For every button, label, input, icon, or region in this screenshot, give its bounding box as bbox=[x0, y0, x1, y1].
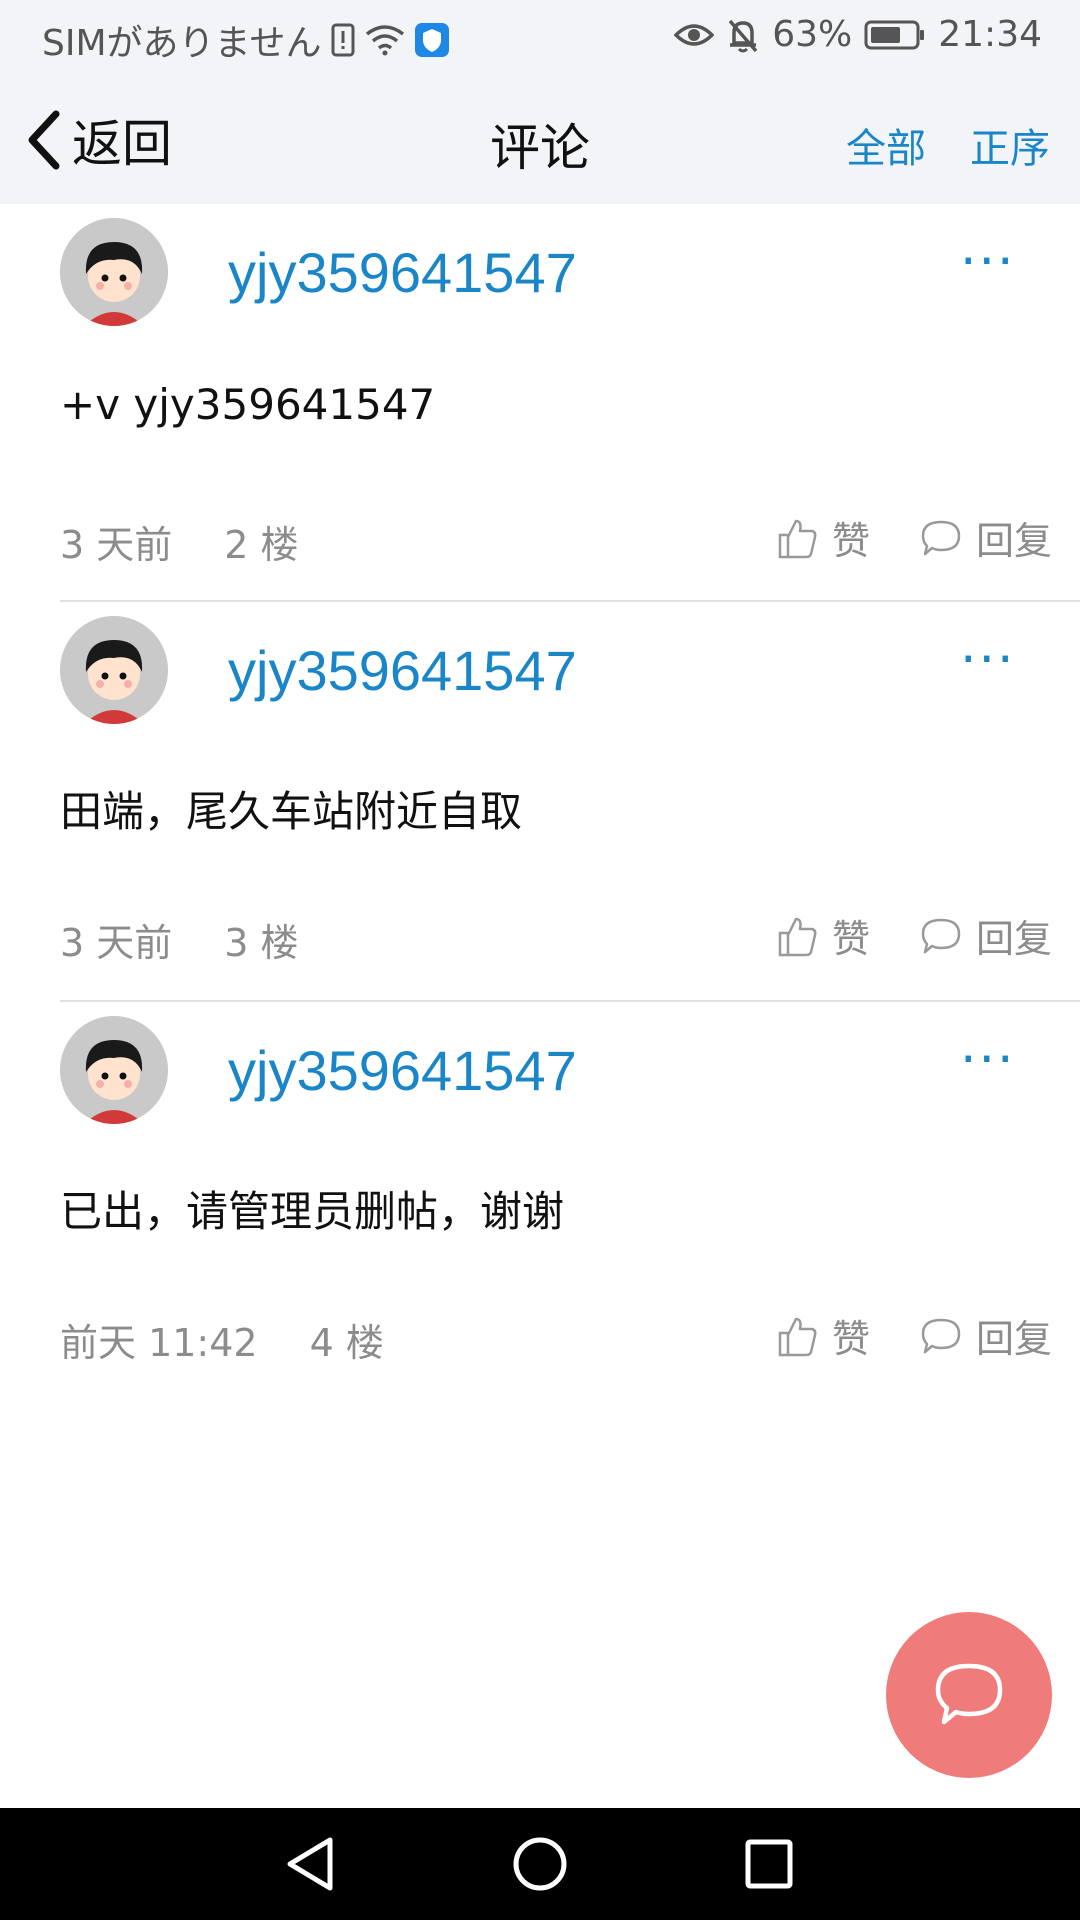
comment-item: yjy359641547 ··· 田端，尾久车站附近自取 3 天前 3 楼 赞 … bbox=[0, 602, 1080, 1002]
comment-meta: 3 天前 3 楼 bbox=[60, 912, 299, 967]
speech-bubble-icon bbox=[920, 916, 962, 956]
like-label: 赞 bbox=[831, 1317, 870, 1361]
avatar[interactable] bbox=[60, 616, 168, 724]
like-button[interactable]: 赞 bbox=[778, 1308, 870, 1363]
thumbs-up-icon bbox=[778, 1315, 818, 1357]
like-label: 赞 bbox=[831, 519, 870, 563]
username[interactable]: yjy359641547 bbox=[228, 638, 577, 703]
username[interactable]: yjy359641547 bbox=[228, 1038, 577, 1103]
home-circle-icon[interactable] bbox=[512, 1836, 568, 1896]
speech-bubble-icon bbox=[920, 518, 962, 558]
floor-number: 4 楼 bbox=[309, 1321, 384, 1365]
more-options-button[interactable]: ··· bbox=[960, 232, 1016, 292]
shield-app-icon bbox=[415, 23, 450, 57]
comment-time: 3 天前 bbox=[60, 921, 173, 965]
floor-number: 2 楼 bbox=[224, 523, 299, 567]
reply-button[interactable]: 回复 bbox=[920, 1308, 1052, 1363]
avatar[interactable] bbox=[60, 1016, 168, 1124]
comment-text: +v yjy359641547 bbox=[60, 380, 436, 429]
clock: 21:34 bbox=[938, 14, 1042, 55]
filter-all-button[interactable]: 全部 bbox=[846, 116, 926, 174]
sort-order-button[interactable]: 正序 bbox=[970, 116, 1050, 174]
comment-time: 前天 11:42 bbox=[60, 1321, 258, 1365]
thumbs-up-icon bbox=[778, 517, 818, 559]
sim-alert-icon bbox=[331, 23, 355, 57]
comment-meta: 3 天前 2 楼 bbox=[60, 514, 299, 569]
avatar[interactable] bbox=[60, 218, 168, 326]
reply-label: 回复 bbox=[975, 519, 1052, 563]
sim-status-text: SIMがありません bbox=[42, 23, 322, 64]
eye-icon bbox=[674, 21, 715, 49]
like-button[interactable]: 赞 bbox=[778, 908, 870, 963]
speech-bubble-icon bbox=[920, 1316, 962, 1356]
recents-square-icon[interactable] bbox=[744, 1836, 794, 1896]
reply-button[interactable]: 回复 bbox=[920, 908, 1052, 963]
like-label: 赞 bbox=[831, 917, 870, 961]
username[interactable]: yjy359641547 bbox=[228, 240, 577, 305]
status-bar: SIMがありません 63% 21:34 bbox=[0, 0, 1080, 72]
nav-bar: 返回 评论 全部 正序 bbox=[0, 72, 1080, 204]
thumbs-up-icon bbox=[778, 915, 818, 957]
system-nav-bar bbox=[0, 1808, 1080, 1920]
floor-number: 3 楼 bbox=[224, 921, 299, 965]
comment-item: yjy359641547 ··· 已出，请管理员删帖，谢谢 前天 11:42 4… bbox=[0, 1002, 1080, 1402]
comment-time: 3 天前 bbox=[60, 523, 173, 567]
comment-item: yjy359641547 ··· +v yjy359641547 3 天前 2 … bbox=[0, 204, 1080, 602]
comment-bubble-icon bbox=[934, 1662, 1004, 1728]
back-triangle-icon[interactable] bbox=[284, 1836, 336, 1896]
like-button[interactable]: 赞 bbox=[778, 510, 870, 565]
mute-bell-icon bbox=[726, 17, 760, 53]
more-options-button[interactable]: ··· bbox=[960, 630, 1016, 690]
more-options-button[interactable]: ··· bbox=[960, 1030, 1016, 1090]
reply-label: 回复 bbox=[975, 917, 1052, 961]
reply-label: 回复 bbox=[975, 1317, 1052, 1361]
comment-text: 已出，请管理员删帖，谢谢 bbox=[60, 1187, 565, 1236]
comment-text: 田端，尾久车站附近自取 bbox=[60, 787, 523, 836]
reply-button[interactable]: 回复 bbox=[920, 510, 1052, 565]
wifi-icon bbox=[365, 24, 405, 56]
comment-meta: 前天 11:42 4 楼 bbox=[60, 1312, 384, 1367]
battery-icon bbox=[864, 19, 926, 51]
battery-percent: 63% bbox=[772, 14, 853, 55]
write-comment-button[interactable] bbox=[886, 1612, 1052, 1778]
